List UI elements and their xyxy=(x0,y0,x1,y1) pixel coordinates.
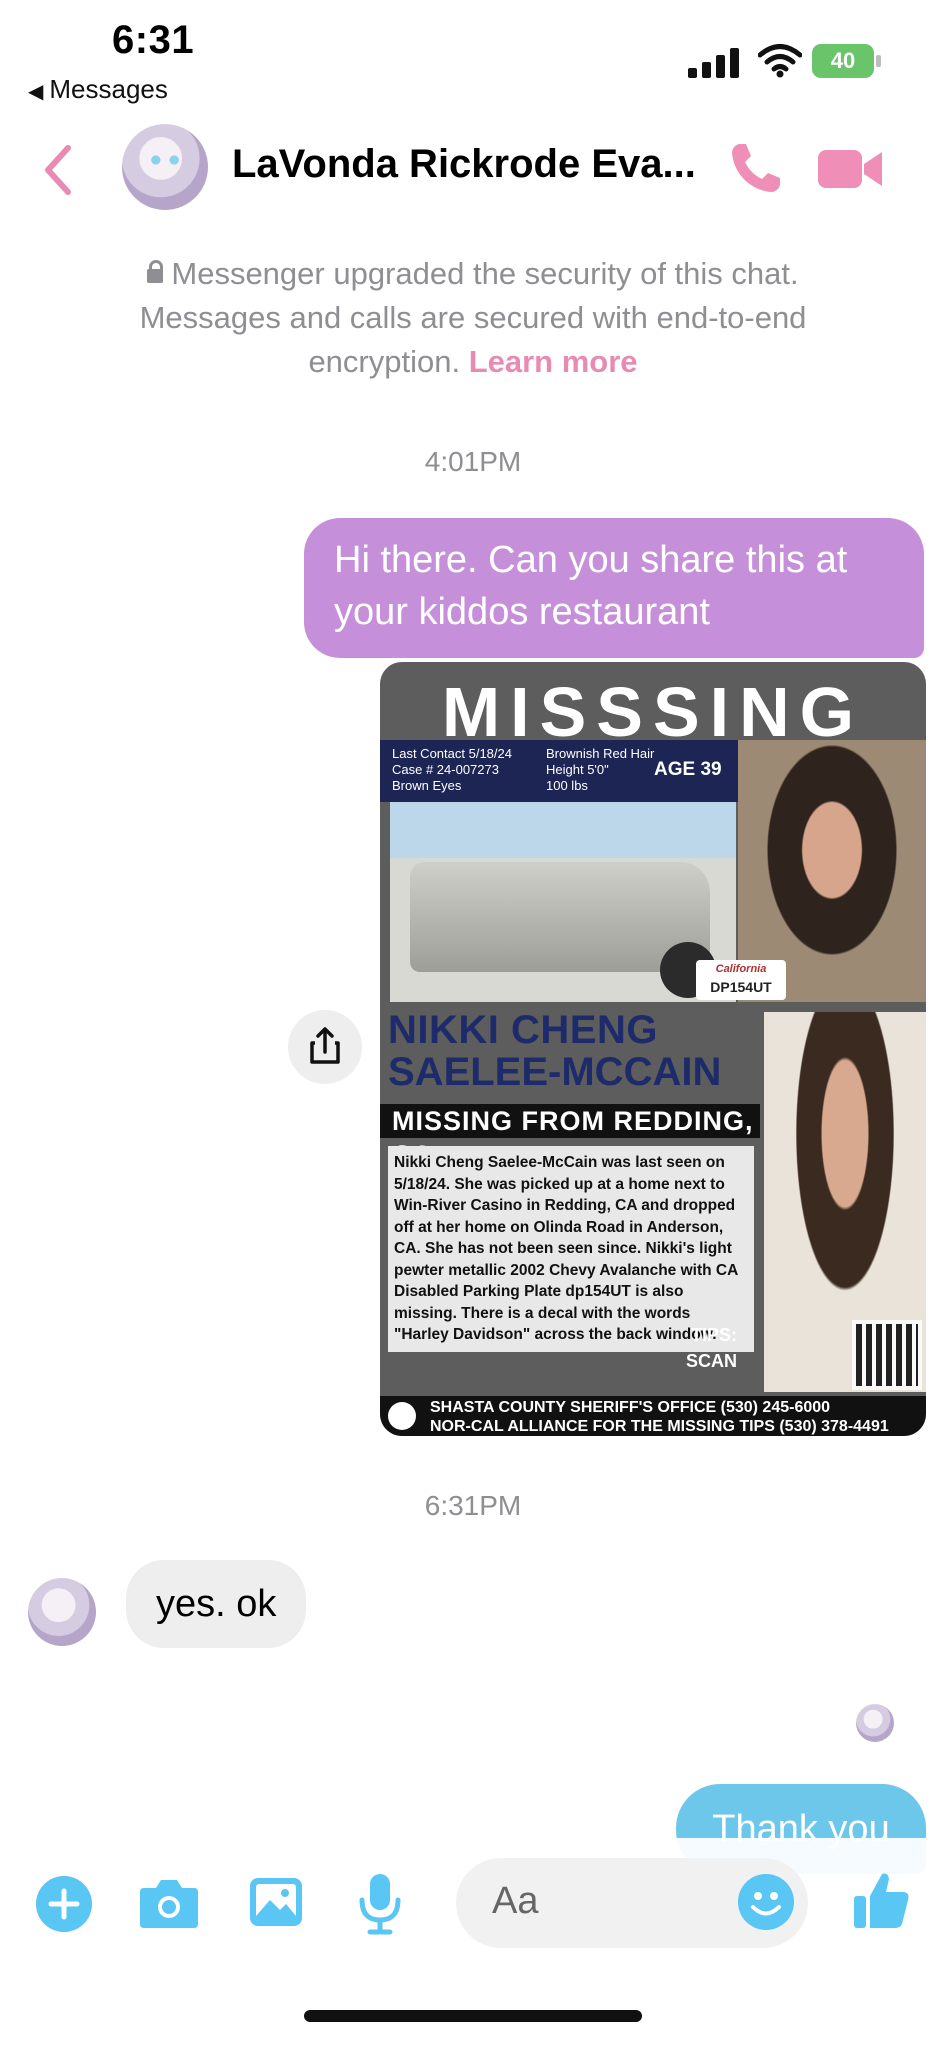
lock-icon xyxy=(147,260,164,283)
home-indicator[interactable] xyxy=(304,2010,642,2022)
microphone-icon[interactable] xyxy=(358,1872,402,1936)
poster-info-bar: Last Contact 5/18/24 Case # 24-007273 Br… xyxy=(380,740,740,802)
plate-state: California xyxy=(715,963,767,975)
wifi-icon xyxy=(758,44,802,78)
poster-info-item: Height 5'0" xyxy=(546,762,609,777)
photo-icon[interactable] xyxy=(248,1874,304,1930)
poster-name-line-2: SAELEE-MCCAIN xyxy=(388,1050,722,1094)
thumbs-up-icon[interactable] xyxy=(852,1870,912,1930)
poster-info-item: Last Contact 5/18/24 xyxy=(392,746,512,761)
poster-info-left: Last Contact 5/18/24 Case # 24-007273 Br… xyxy=(392,746,512,794)
poster-name-line-1: NIKKI CHENG xyxy=(388,1008,658,1052)
missing-person-poster-image[interactable]: MISSSING Last Contact 5/18/24 Case # 24-… xyxy=(380,662,926,1436)
poster-info-item: Brown Eyes xyxy=(392,778,462,793)
battery-indicator: 40 xyxy=(812,44,882,78)
outgoing-message-bubble[interactable]: Hi there. Can you share this at your kid… xyxy=(304,518,924,658)
back-to-messages-link[interactable]: ◀ Messages xyxy=(28,74,168,105)
poster-tips-line-2: SCAN xyxy=(686,1351,738,1371)
camera-icon[interactable] xyxy=(138,1876,200,1930)
status-time: 6:31 xyxy=(112,18,195,62)
incoming-message-bubble[interactable]: yes. ok xyxy=(126,1560,307,1648)
poster-footer: SHASTA COUNTY SHERIFF'S OFFICE (530) 245… xyxy=(380,1396,926,1436)
poster-info-item: 100 lbs xyxy=(546,778,588,793)
poster-missing-from: MISSING FROM REDDING, CA xyxy=(380,1104,760,1170)
poster-phone-icon xyxy=(388,1402,416,1430)
message-timestamp: 6:31PM xyxy=(424,1490,522,1521)
message-input-placeholder: Aa xyxy=(492,1880,539,1922)
contact-name[interactable]: LaVonda Rickrode Eva... xyxy=(232,142,696,187)
poster-footer-line-2: NOR-CAL ALLIANCE FOR THE MISSING TIPS (5… xyxy=(430,1418,889,1435)
truck-photo xyxy=(390,802,736,1002)
sender-avatar[interactable] xyxy=(28,1578,96,1646)
poster-footer-line-1: SHASTA COUNTY SHERIFF'S OFFICE (530) 245… xyxy=(430,1399,831,1416)
learn-more-link[interactable]: Learn more xyxy=(469,344,638,379)
read-receipt-avatar xyxy=(856,1704,894,1742)
phone-icon[interactable] xyxy=(728,140,784,196)
qr-code-icon xyxy=(852,1320,922,1390)
license-plate: California DP154UT xyxy=(696,960,786,1000)
poster-info-right: Brownish Red Hair Height 5'0" 100 lbs xyxy=(546,746,654,794)
cellular-signal-icon xyxy=(688,48,739,78)
video-camera-icon[interactable] xyxy=(818,146,884,192)
battery-level: 40 xyxy=(812,44,874,78)
poster-name-block: NIKKI CHENG SAELEE-MCCAIN xyxy=(388,1010,758,1094)
poster-tips: TIPS: SCAN xyxy=(686,1322,737,1374)
poster-age: AGE 39 xyxy=(654,759,722,780)
back-triangle-icon: ◀ xyxy=(28,81,44,103)
back-chevron-icon[interactable] xyxy=(40,142,76,198)
back-to-messages-label: Messages xyxy=(49,74,168,104)
poster-info-item: Brownish Red Hair xyxy=(546,746,655,761)
poster-tips-line-1: TIPS: xyxy=(691,1325,738,1345)
plus-icon[interactable] xyxy=(36,1876,92,1932)
emoji-icon[interactable] xyxy=(738,1874,794,1930)
poster-description: Nikki Cheng Saelee-McCain was last seen … xyxy=(388,1146,754,1352)
poster-info-item: Case # 24-007273 xyxy=(392,762,499,777)
share-icon[interactable] xyxy=(288,1010,362,1084)
plate-number: DP154UT xyxy=(710,979,772,995)
security-notice: Messenger upgraded the security of this … xyxy=(90,252,856,384)
contact-avatar[interactable] xyxy=(122,124,208,210)
battery-nub xyxy=(876,55,881,67)
message-timestamp: 4:01PM xyxy=(424,446,522,477)
